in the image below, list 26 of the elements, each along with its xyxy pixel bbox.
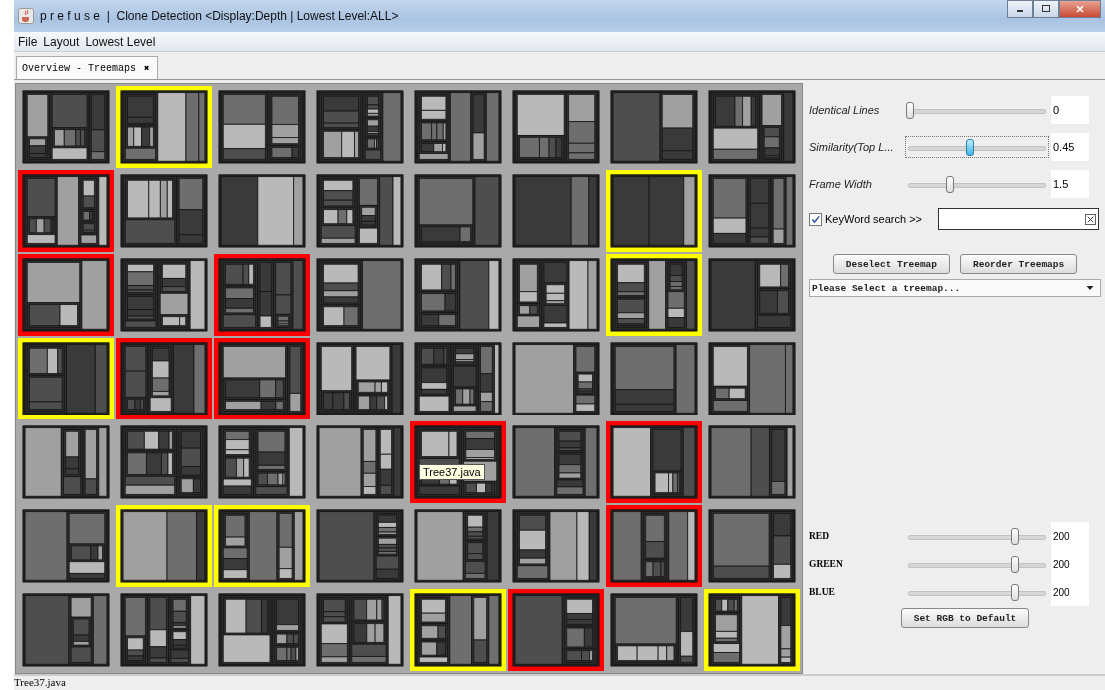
slider-value: 0.45 <box>1051 132 1089 161</box>
slider-value: 200 <box>1051 578 1089 606</box>
treemap-tile[interactable]: Tree37.java <box>410 421 506 504</box>
slider-value: 1.5 <box>1051 169 1089 198</box>
slider-value: 200 <box>1051 550 1089 578</box>
slider-label: Similarity(Top L... <box>809 140 895 153</box>
panel-button[interactable]: Deselect Treemap <box>832 254 950 274</box>
window-title: p r e f u s e | Clone Detection <Display:Depth | Lowest Level:ALL> <box>40 9 399 23</box>
slider-label: RED <box>809 531 831 541</box>
slider-label: Identical Lines <box>809 103 881 116</box>
close-tab-icon[interactable]: ✖ <box>144 62 150 74</box>
slider-label: Frame Width <box>809 177 873 190</box>
slider-value: 200 <box>1051 522 1089 550</box>
tab[interactable]: Overview - Treemaps ✖ <box>16 56 159 79</box>
menu-item[interactable]: File <box>18 34 38 49</box>
treemap-dropdown[interactable]: Please Select a treemap... <box>809 279 1101 297</box>
slider-label: GREEN <box>809 559 844 569</box>
reset-rgb-button[interactable]: Set RGB to Default <box>900 608 1030 628</box>
tooltip: Tree37.java <box>419 464 485 481</box>
checkbox-label: KeyWord search >> <box>825 213 923 225</box>
status-text: Tree37.java <box>14 676 66 689</box>
slider-value: 0 <box>1051 95 1089 124</box>
slider-label: BLUE <box>809 587 836 597</box>
menu-item[interactable]: Lowest Level <box>85 34 156 49</box>
menu-item[interactable]: Layout <box>43 34 80 49</box>
panel-button[interactable]: Reorder Treemaps <box>960 254 1078 274</box>
